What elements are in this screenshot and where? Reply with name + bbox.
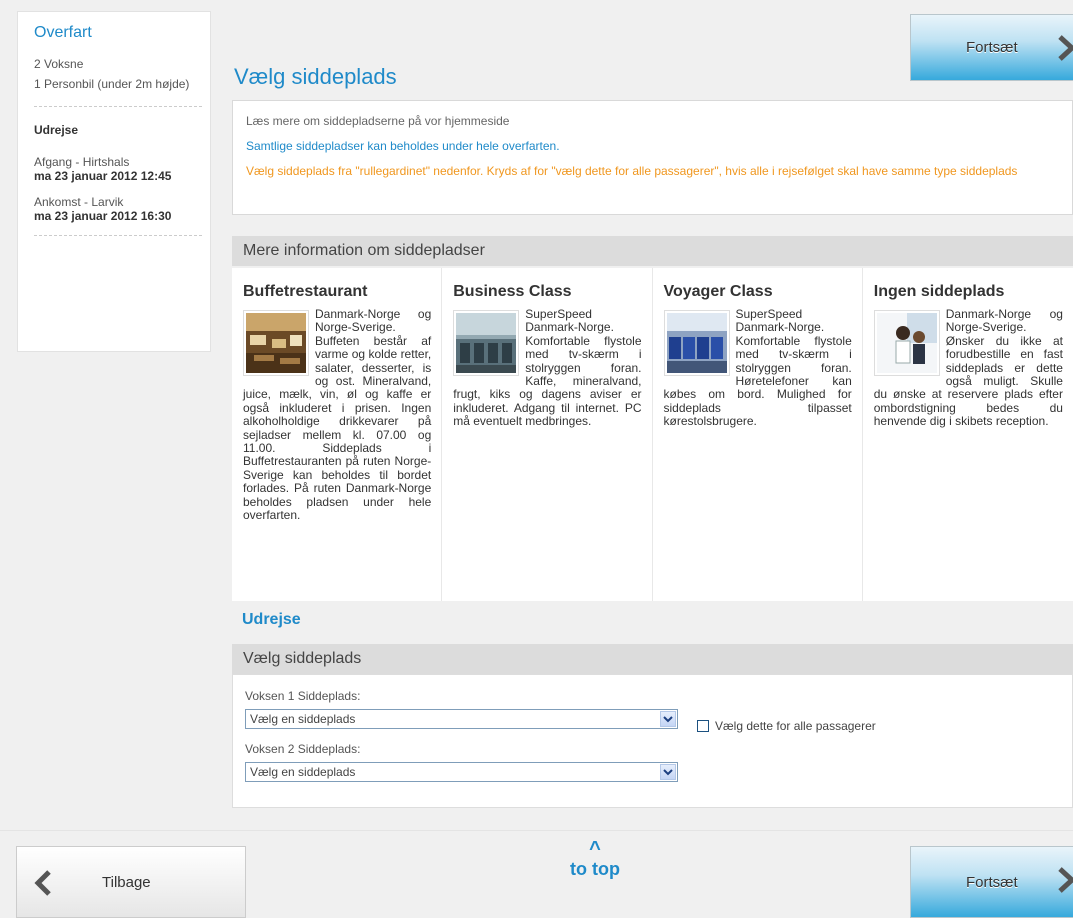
people-photo — [873, 310, 940, 376]
vehicle-info: 1 Personbil (under 2m højde) — [34, 77, 190, 91]
direction-heading: Udrejse — [34, 123, 79, 137]
chevron-right-icon — [1058, 35, 1073, 61]
sidebar-title: Overfart — [34, 24, 92, 41]
card-title: Ingen siddeplads — [873, 283, 1005, 300]
seat-instructions: Vælg siddeplads fra "rullegardinet" nede… — [246, 164, 1018, 178]
passenger2-seat-select[interactable]: Vælg en siddeplads — [245, 762, 678, 782]
card-title: Business Class — [453, 283, 572, 300]
arrival-time: ma 23 januar 2012 16:30 — [34, 209, 172, 223]
select-seat-heading: Vælg siddeplads — [232, 644, 1073, 674]
seat-selection-panel: Voksen 1 Siddeplads: Vælg en siddeplads … — [232, 674, 1073, 808]
back-button[interactable]: Tilbage — [16, 846, 246, 918]
business-class-photo — [453, 310, 520, 376]
chevron-right-icon — [1058, 867, 1073, 893]
departure-label: Afgang - Hirtshals — [34, 155, 130, 169]
continue-label: Fortsæt — [966, 873, 1018, 891]
passenger2-seat-label: Voksen 2 Siddeplads: — [245, 742, 361, 756]
apply-all-label: Vælg dette for alle passagerer — [715, 719, 876, 733]
departure-time: ma 23 januar 2012 12:45 — [34, 169, 172, 183]
chevron-down-icon[interactable] — [660, 711, 676, 727]
sidebar-divider — [34, 235, 202, 236]
to-top-label: to top — [570, 859, 620, 879]
caret-up-icon: ^ — [589, 838, 601, 860]
restaurant-photo — [243, 310, 309, 376]
to-top-link[interactable]: ^ to top — [565, 838, 625, 880]
seat-card-none: Ingen siddeplads Danmark-Norge og Norge-… — [863, 268, 1073, 601]
seat-card-business: Business Class SuperSpeed Danmark-Norge.… — [442, 268, 653, 601]
apply-all-option[interactable]: Vælg dette for alle passagerer — [697, 719, 876, 733]
sidebar-divider — [34, 106, 202, 107]
website-info-link[interactable]: Læs mere om siddepladserne på vor hjemme… — [246, 113, 1072, 129]
card-title: Buffetrestaurant — [243, 283, 368, 300]
page-title: Vælg siddeplads — [234, 64, 397, 89]
seat-keep-note: Samtlige siddepladser kan beholdes under… — [246, 139, 560, 153]
continue-button-bottom[interactable]: Fortsæt — [910, 846, 1073, 918]
bottom-navigation: Tilbage ^ to top Fortsæt — [0, 830, 1073, 918]
card-title: Voyager Class — [663, 283, 773, 300]
select-value: Vælg en siddeplads — [250, 712, 356, 726]
seat-card-voyager: Voyager Class SuperSpeed Danmark-Norge. … — [653, 268, 863, 601]
chevron-left-icon — [34, 870, 51, 896]
voyager-class-photo — [663, 310, 730, 376]
info-box: Læs mere om siddepladserne på vor hjemme… — [232, 100, 1073, 215]
seat-card-buffet: Buffetrestaurant Danmark-Norge og Norge-… — [232, 268, 443, 601]
apply-all-checkbox[interactable] — [697, 720, 709, 732]
passenger-count: 2 Voksne — [34, 57, 84, 71]
back-label: Tilbage — [102, 874, 151, 891]
trip-summary-sidebar: Overfart 2 Voksne 1 Personbil (under 2m … — [17, 11, 211, 352]
continue-button-top[interactable]: Fortsæt — [910, 14, 1073, 81]
passenger1-seat-select[interactable]: Vælg en siddeplads — [245, 709, 678, 729]
seat-type-cards: Buffetrestaurant Danmark-Norge og Norge-… — [232, 268, 1073, 601]
direction-title: Udrejse — [242, 611, 301, 628]
continue-label: Fortsæt — [966, 39, 1018, 56]
more-info-heading: Mere information om siddepladser — [232, 236, 1073, 266]
passenger1-seat-label: Voksen 1 Siddeplads: — [245, 689, 361, 703]
select-value: Vælg en siddeplads — [250, 765, 356, 779]
main-content: Fortsæt Vælg siddeplads Læs mere om sidd… — [229, 8, 1073, 830]
chevron-down-icon[interactable] — [660, 764, 676, 780]
arrival-label: Ankomst - Larvik — [34, 195, 124, 209]
